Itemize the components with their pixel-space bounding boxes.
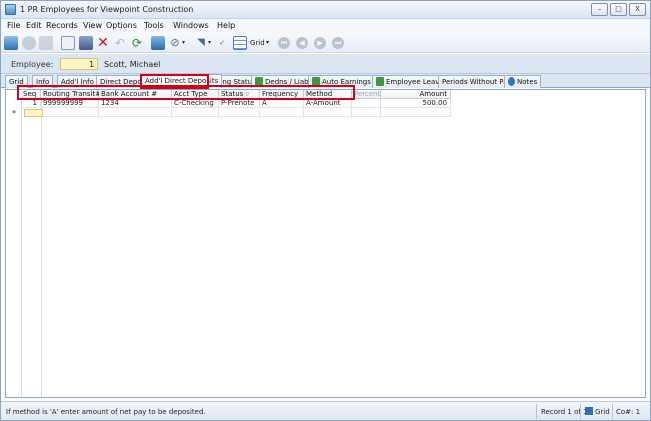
cell-status[interactable]: P-Prenote (219, 99, 260, 108)
clear-icon[interactable]: ◥ (194, 36, 208, 50)
company-number: Co#: 1 (616, 408, 641, 416)
new-row-marker: * (12, 109, 16, 118)
grid-icon[interactable] (233, 36, 247, 50)
toolbar: ✕ ↶ ⟳ ⊘ ▾ ◥ ▾ ✓ Grid ▾ ⏮ ◀ ▶ ⏭ (1, 33, 650, 53)
first-record-icon[interactable]: ⏮ (278, 37, 290, 49)
last-record-icon[interactable]: ⏭ (332, 37, 344, 49)
new-row-seq-field[interactable] (24, 109, 43, 117)
cell-amount[interactable]: 500.00 (381, 99, 451, 108)
next-record-icon[interactable]: ▶ (314, 37, 326, 49)
employee-label: Employee: (11, 60, 54, 69)
binoculars-icon[interactable] (22, 36, 36, 50)
undo-icon[interactable]: ↶ (113, 36, 127, 50)
close-button[interactable]: X (629, 3, 646, 16)
menu-records[interactable]: Records (46, 21, 78, 30)
maximize-button[interactable]: □ (610, 3, 627, 16)
minimize-button[interactable]: – (591, 3, 608, 16)
save-icon[interactable] (79, 36, 93, 50)
notes-icon[interactable] (61, 36, 75, 50)
tab-notes[interactable]: Notes (504, 75, 542, 88)
tab-employee-leave[interactable]: Employee Leave (372, 75, 448, 88)
employee-number-field[interactable]: 1 (60, 58, 98, 70)
prev-record-icon[interactable]: ◀ (296, 37, 308, 49)
employee-header: Employee: 1 Scott, Michael (1, 54, 650, 74)
cell-bank-account[interactable]: 1234 (99, 99, 172, 108)
delete-icon[interactable]: ✕ (96, 36, 110, 50)
grid-label[interactable]: Grid (250, 39, 265, 47)
grid-dropdown-icon[interactable]: ▾ (266, 39, 269, 46)
menu-options[interactable]: Options (106, 21, 137, 30)
cell-routing[interactable]: 999999999 (41, 99, 99, 108)
column-headers-highlight (17, 85, 355, 100)
title-bar: 1 PR Employees for Viewpoint Constructio… (1, 1, 650, 19)
cell-seq[interactable]: 1 (21, 99, 41, 108)
refresh-icon[interactable]: ⟳ (130, 36, 144, 50)
pin-icon (508, 77, 515, 86)
cell-percent[interactable] (352, 99, 381, 108)
app-icon (5, 4, 16, 15)
cell-acct-type[interactable]: C-Checking (172, 99, 219, 108)
window-title: 1 PR Employees for Viewpoint Constructio… (20, 5, 194, 14)
attach-icon[interactable]: ⊘ (168, 36, 182, 50)
status-grid[interactable]: Grid (585, 407, 610, 416)
cell-method[interactable]: A-Amount (304, 99, 352, 108)
cell-frequency[interactable]: A (260, 99, 304, 108)
col-header-percent[interactable]: Percent (352, 90, 381, 99)
spellcheck-icon[interactable]: ✓ (215, 36, 229, 50)
lookup-icon[interactable] (39, 36, 53, 50)
calculator-icon[interactable] (151, 36, 165, 50)
menu-windows[interactable]: Windows (173, 21, 209, 30)
menu-edit[interactable]: Edit (26, 21, 42, 30)
col-header-amount[interactable]: Amount (381, 90, 451, 99)
menu-help[interactable]: Help (217, 21, 235, 30)
menu-view[interactable]: View (83, 21, 102, 30)
menu-file[interactable]: File (7, 21, 20, 30)
menu-tools[interactable]: Tools (144, 21, 164, 30)
status-message: If method is 'A' enter amount of net pay… (6, 408, 206, 416)
menu-bar: File Edit Records View Options Tools Win… (1, 19, 650, 33)
status-bar: If method is 'A' enter amount of net pay… (1, 401, 650, 420)
employee-name: Scott, Michael (104, 60, 161, 69)
deposits-grid: Seq Routing Transit# Bank Account # Acct… (5, 89, 646, 398)
green-sheet-icon (376, 77, 384, 86)
grid-status-icon (585, 407, 593, 415)
new-record-icon[interactable] (4, 36, 18, 50)
app-window: 1 PR Employees for Viewpoint Constructio… (0, 0, 651, 421)
